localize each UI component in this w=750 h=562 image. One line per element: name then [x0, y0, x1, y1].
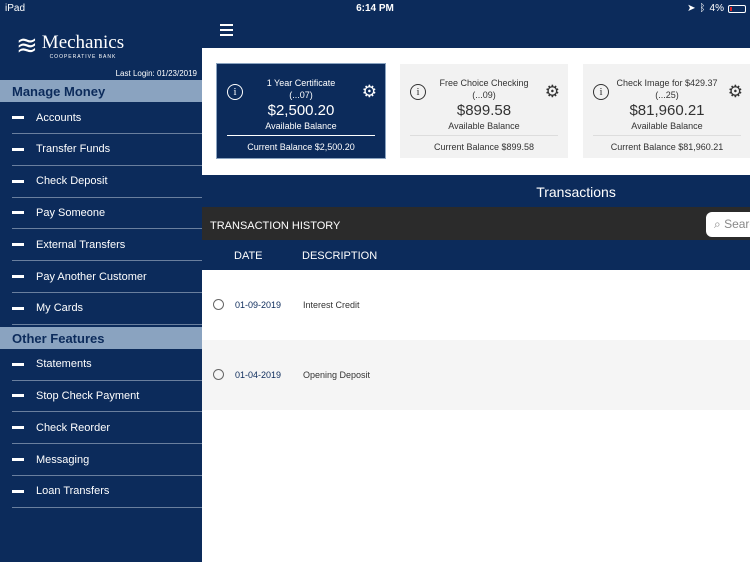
gear-icon[interactable]: ⚙	[728, 82, 743, 102]
dash-icon	[12, 243, 24, 247]
sidebar-item-label: Pay Another Customer	[36, 270, 147, 283]
sidebar-item[interactable]: Pay Another Customer	[12, 261, 202, 293]
table-row[interactable]: 01-04-2019 Opening Deposit	[202, 340, 750, 410]
available-amount: $899.58	[456, 102, 512, 119]
row-description: Interest Credit	[303, 300, 360, 310]
bluetooth-icon: ᛒ	[699, 3, 706, 14]
sidebar-item-label: External Transfers	[36, 238, 126, 251]
sidebar-item[interactable]: Messaging	[12, 444, 202, 476]
account-card[interactable]: i ⚙ 1 Year Certificate (...07) $2,500.20 A…	[216, 63, 386, 159]
dash-icon	[12, 211, 24, 215]
dash-icon	[12, 179, 24, 183]
clock: 6:14 PM	[356, 3, 394, 14]
sidebar-item-label: Messaging	[36, 453, 90, 466]
account-name: Check Image for $429.37	[616, 78, 718, 88]
row-description: Opening Deposit	[303, 370, 371, 380]
dash-icon	[12, 489, 24, 493]
info-icon[interactable]: i	[227, 84, 243, 100]
column-description[interactable]: DESCRIPTION	[302, 250, 377, 262]
sidebar-item-label: My Cards	[36, 302, 84, 315]
sidebar-item-label: Loan Transfers	[36, 485, 110, 498]
account-card[interactable]: i ⚙ Check Image for $429.37 (...25) $81,96…	[583, 64, 750, 158]
dash-icon	[12, 458, 24, 461]
sidebar-item-label: Check Deposit	[36, 175, 108, 188]
sidebar-item[interactable]: Stop Check Payment	[12, 380, 202, 413]
status-bar: iPad 6:14 PM ➤ ᛒ 4%	[0, 0, 750, 16]
dash-icon	[12, 306, 24, 310]
sidebar-item[interactable]: My Cards	[12, 293, 202, 325]
dash-icon	[12, 426, 24, 430]
sidebar-item[interactable]: External Transfers	[12, 229, 202, 262]
available-label: Available Balance	[631, 121, 703, 131]
current-balance: Current Balance $899.58	[410, 135, 558, 152]
row-radio[interactable]	[213, 299, 224, 310]
account-name: Free Choice Checking	[439, 78, 529, 88]
available-amount: $81,960.21	[629, 102, 705, 119]
sidebar-item-label: Stop Check Payment	[36, 389, 140, 402]
dash-icon	[12, 394, 24, 398]
gear-icon[interactable]: ⚙	[545, 82, 560, 102]
available-label: Available Balance	[448, 121, 520, 131]
hamburger-menu-icon[interactable]	[220, 24, 233, 39]
sidebar-item[interactable]: Loan Transfers	[12, 476, 202, 508]
sidebar-item-label: Accounts	[36, 111, 82, 124]
battery-percent: 4%	[709, 3, 724, 14]
sidebar-item[interactable]: Statements	[12, 349, 202, 381]
brand-name: Mechanics	[41, 31, 125, 53]
gear-icon[interactable]: ⚙	[362, 82, 377, 102]
row-date: 01-04-2019	[235, 370, 282, 380]
row-date: 01-09-2019	[235, 300, 282, 310]
sidebar-item[interactable]: Accounts	[12, 102, 202, 134]
sidebar-item-label: Statements	[36, 358, 92, 371]
logo-icon: ≋	[16, 30, 38, 60]
sidebar-item[interactable]: Transfer Funds	[12, 134, 202, 166]
available-amount: $2,500.20	[267, 102, 335, 119]
column-headers: DATE DESCRIPTION	[202, 240, 750, 270]
info-icon[interactable]: i	[593, 84, 609, 100]
sidebar-item[interactable]: Check Deposit	[12, 166, 202, 198]
sidebar-item[interactable]: Check Reorder	[12, 412, 202, 445]
brand-sub: COOPERATIVE BANK	[49, 53, 117, 60]
section-header: Manage Money	[0, 80, 202, 102]
table-row[interactable]: 01-09-2019 Interest Credit	[202, 270, 750, 340]
section-header: Other Features	[0, 326, 202, 349]
row-radio[interactable]	[213, 369, 224, 380]
sidebar-item-label: Pay Someone	[36, 206, 106, 219]
current-balance: Current Balance $81,960.21	[593, 135, 741, 152]
sidebar-item-label: Check Reorder	[36, 421, 110, 434]
transactions-title: Transactions	[202, 175, 750, 207]
account-name: 1 Year Certificate	[266, 78, 336, 88]
battery-icon	[728, 4, 746, 13]
available-label: Available Balance	[265, 121, 337, 131]
dash-icon	[12, 275, 24, 278]
search-input[interactable]: ⌕ Search	[706, 212, 750, 237]
search-icon: ⌕	[714, 217, 721, 231]
sidebar-item[interactable]: Pay Someone	[12, 197, 202, 230]
transaction-history-label: TRANSACTION HISTORY	[202, 207, 750, 240]
sidebar: ≋ Mechanics COOPERATIVE BANK Last Login: …	[0, 0, 202, 562]
sidebar-item-label: Transfer Funds	[36, 143, 111, 156]
info-icon[interactable]: i	[410, 84, 426, 100]
current-balance: Current Balance $2,500.20	[227, 135, 375, 152]
dash-icon	[12, 116, 24, 119]
location-icon: ➤	[687, 3, 696, 14]
dash-icon	[12, 147, 24, 151]
bank-logo: ≋ Mechanics COOPERATIVE BANK	[16, 30, 124, 61]
dash-icon	[12, 362, 24, 366]
account-card[interactable]: i ⚙ Free Choice Checking (...09) $899.58 A…	[400, 64, 568, 158]
column-date[interactable]: DATE	[234, 250, 263, 262]
last-login: Last Login: 01/23/2019	[115, 69, 197, 78]
